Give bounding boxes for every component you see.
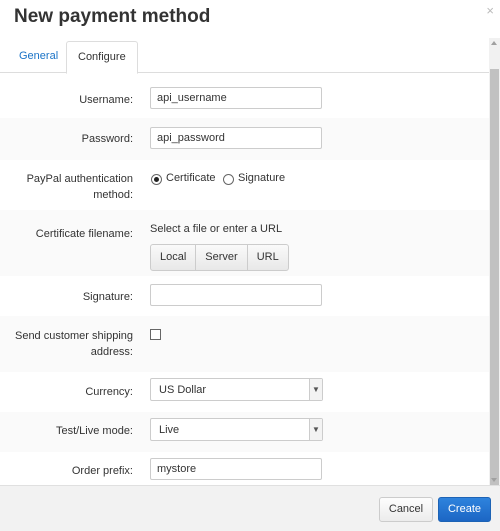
scrollbar-thumb[interactable] — [490, 69, 499, 495]
url-source-button[interactable]: URL — [248, 245, 288, 270]
radio-signature-label[interactable]: Signature — [238, 172, 285, 184]
local-source-button[interactable]: Local — [151, 245, 197, 270]
chevron-down-icon[interactable]: ▼ — [309, 379, 322, 400]
signature-label: Signature: — [82, 291, 133, 303]
password-input[interactable] — [150, 127, 322, 149]
username-input[interactable] — [150, 87, 322, 109]
mode-value: Live — [159, 424, 180, 436]
username-label: Username: — [79, 94, 133, 106]
tab-configure[interactable]: Configure — [66, 41, 138, 74]
scroll-down-icon[interactable] — [491, 478, 497, 482]
payment-method-dialog: New payment method × General Configure U… — [0, 0, 500, 531]
signature-input[interactable] — [150, 284, 322, 306]
auth-method-label-line1: PayPal authentication — [26, 173, 133, 185]
mode-label: Test/Live mode: — [55, 425, 133, 437]
dialog-footer: Cancel Create — [0, 485, 500, 531]
shipping-checkbox[interactable] — [150, 329, 161, 340]
order-prefix-label: Order prefix: — [71, 465, 133, 477]
close-icon[interactable]: × — [486, 3, 494, 18]
radio-certificate-label[interactable]: Certificate — [166, 172, 216, 184]
dialog-title: New payment method — [14, 6, 211, 27]
cancel-button[interactable]: Cancel — [379, 497, 433, 522]
server-source-button[interactable]: Server — [196, 245, 248, 270]
currency-row: Currency: US Dollar ▼ — [0, 372, 489, 412]
tab-general[interactable]: General — [8, 41, 69, 71]
shipping-label-line2: address: — [90, 346, 133, 358]
password-label: Password: — [81, 133, 133, 145]
scrollbar[interactable] — [489, 38, 500, 495]
shipping-label: Send customer shipping address: — [15, 328, 133, 360]
password-row: Password: — [0, 118, 489, 160]
chevron-down-icon[interactable]: ▼ — [309, 419, 322, 440]
order-prefix-row: Order prefix: — [0, 452, 489, 485]
scroll-up-icon[interactable] — [491, 41, 497, 45]
shipping-label-line1: Send customer shipping — [14, 330, 133, 342]
file-source-buttons: Local Server URL — [150, 244, 289, 271]
auth-method-row: PayPal authentication method: Certificat… — [0, 160, 489, 210]
radio-signature[interactable] — [223, 174, 234, 185]
shipping-row: Send customer shipping address: — [0, 316, 489, 372]
certificate-hint: Select a file or enter a URL — [150, 223, 283, 235]
mode-row: Test/Live mode: Live ▼ — [0, 412, 489, 452]
signature-row: Signature: — [0, 276, 489, 316]
mode-select[interactable]: Live ▼ — [150, 418, 323, 441]
tab-bar: General Configure — [0, 41, 489, 74]
certificate-row: Certificate filename: Select a file or e… — [0, 210, 489, 276]
certificate-label: Certificate filename: — [35, 228, 133, 240]
radio-certificate[interactable] — [151, 174, 162, 185]
order-prefix-input[interactable] — [150, 458, 322, 480]
currency-select[interactable]: US Dollar ▼ — [150, 378, 323, 401]
currency-label: Currency: — [85, 386, 133, 398]
create-button[interactable]: Create — [438, 497, 491, 522]
currency-value: US Dollar — [159, 384, 207, 396]
auth-method-label-line2: method: — [93, 189, 133, 201]
auth-method-label: PayPal authentication method: — [27, 171, 133, 203]
username-row: Username: — [0, 80, 489, 118]
